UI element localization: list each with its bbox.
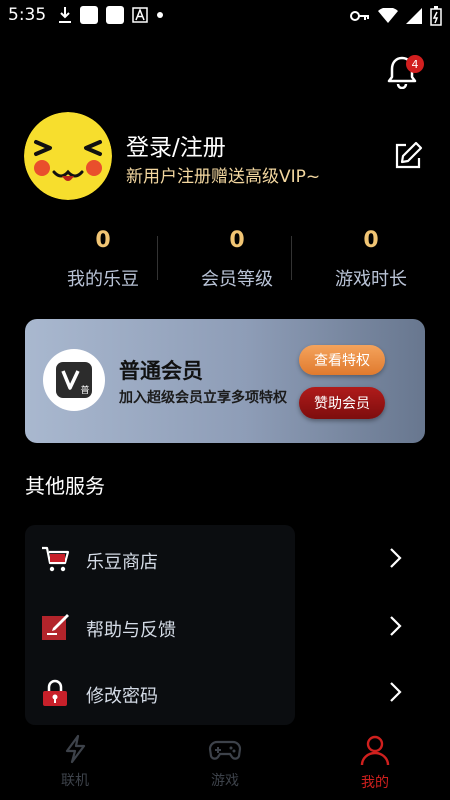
stat-value: 0 <box>229 228 245 253</box>
service-label: 修改密码 <box>86 686 158 707</box>
view-privileges-button[interactable]: 查看特权 <box>299 345 385 375</box>
service-label: 帮助与反馈 <box>86 620 176 641</box>
vip-badge-icon: 普 <box>56 362 92 398</box>
tab-games[interactable]: 游戏 <box>165 734 285 790</box>
register-promo-text: 新用户注册赠送高级VIP~ <box>126 167 321 187</box>
stat-value: 0 <box>95 228 111 253</box>
stat-divider <box>291 236 292 280</box>
edit-icon[interactable] <box>392 140 424 172</box>
tab-label: 我的 <box>361 775 389 791</box>
signal-icon <box>406 8 422 24</box>
status-bar: 5:35 <box>0 0 450 32</box>
service-label: 乐豆商店 <box>86 552 158 573</box>
font-a-icon <box>132 7 148 23</box>
app-notification-icon <box>106 6 124 24</box>
wifi-icon <box>378 8 398 23</box>
service-item-help-feedback[interactable]: 帮助与反馈 <box>0 612 450 672</box>
person-icon <box>360 735 390 766</box>
battery-icon <box>430 6 442 26</box>
vip-badge-char: 普 <box>80 384 89 396</box>
section-title-services: 其他服务 <box>25 474 105 498</box>
status-notification-icons <box>58 6 164 24</box>
tab-mine[interactable]: 我的 <box>315 734 435 792</box>
tab-online[interactable]: 联机 <box>15 734 135 790</box>
sponsor-member-button[interactable]: 赞助会员 <box>299 387 385 419</box>
bottom-tab-bar: 联机 游戏 我的 <box>0 728 450 800</box>
stat-divider <box>157 236 158 280</box>
stat-ledou[interactable]: 0 我的乐豆 <box>28 228 178 291</box>
status-system-icons <box>350 6 442 26</box>
lightning-icon <box>65 734 86 764</box>
stat-value: 0 <box>363 228 379 253</box>
notification-badge: 4 <box>406 55 424 73</box>
vip-title: 普通会员 <box>119 359 203 383</box>
lock-icon <box>43 679 67 706</box>
tab-label: 游戏 <box>211 773 239 789</box>
stat-game-time[interactable]: 0 游戏时长 <box>296 228 446 291</box>
status-time: 5:35 <box>8 5 47 25</box>
avatar[interactable] <box>24 112 112 200</box>
tab-label: 联机 <box>61 773 89 789</box>
app-notification-icon <box>80 6 98 24</box>
stat-label: 游戏时长 <box>335 269 407 290</box>
vip-logo: 普 <box>43 349 105 411</box>
stat-label: 我的乐豆 <box>67 269 139 290</box>
avatar-face-icon <box>24 112 112 200</box>
login-register-link[interactable]: 登录/注册 <box>126 128 226 162</box>
vip-subtitle: 加入超级会员立享多项特权 <box>119 390 287 406</box>
cart-icon <box>42 546 70 572</box>
stat-label: 会员等级 <box>201 269 273 290</box>
chevron-right-icon <box>390 682 402 702</box>
chevron-right-icon <box>390 616 402 636</box>
dot-icon <box>157 12 163 18</box>
chevron-right-icon <box>390 548 402 568</box>
stats-row: 0 我的乐豆 0 会员等级 0 游戏时长 <box>0 228 450 298</box>
feedback-icon <box>42 614 69 640</box>
download-icon <box>59 7 71 23</box>
vip-card: 普 普通会员 加入超级会员立享多项特权 查看特权 赞助会员 <box>25 319 425 443</box>
key-icon <box>350 11 369 21</box>
gamepad-icon <box>208 740 242 760</box>
service-item-ledou-shop[interactable]: 乐豆商店 <box>0 544 450 604</box>
stat-member-level[interactable]: 0 会员等级 <box>162 228 312 291</box>
